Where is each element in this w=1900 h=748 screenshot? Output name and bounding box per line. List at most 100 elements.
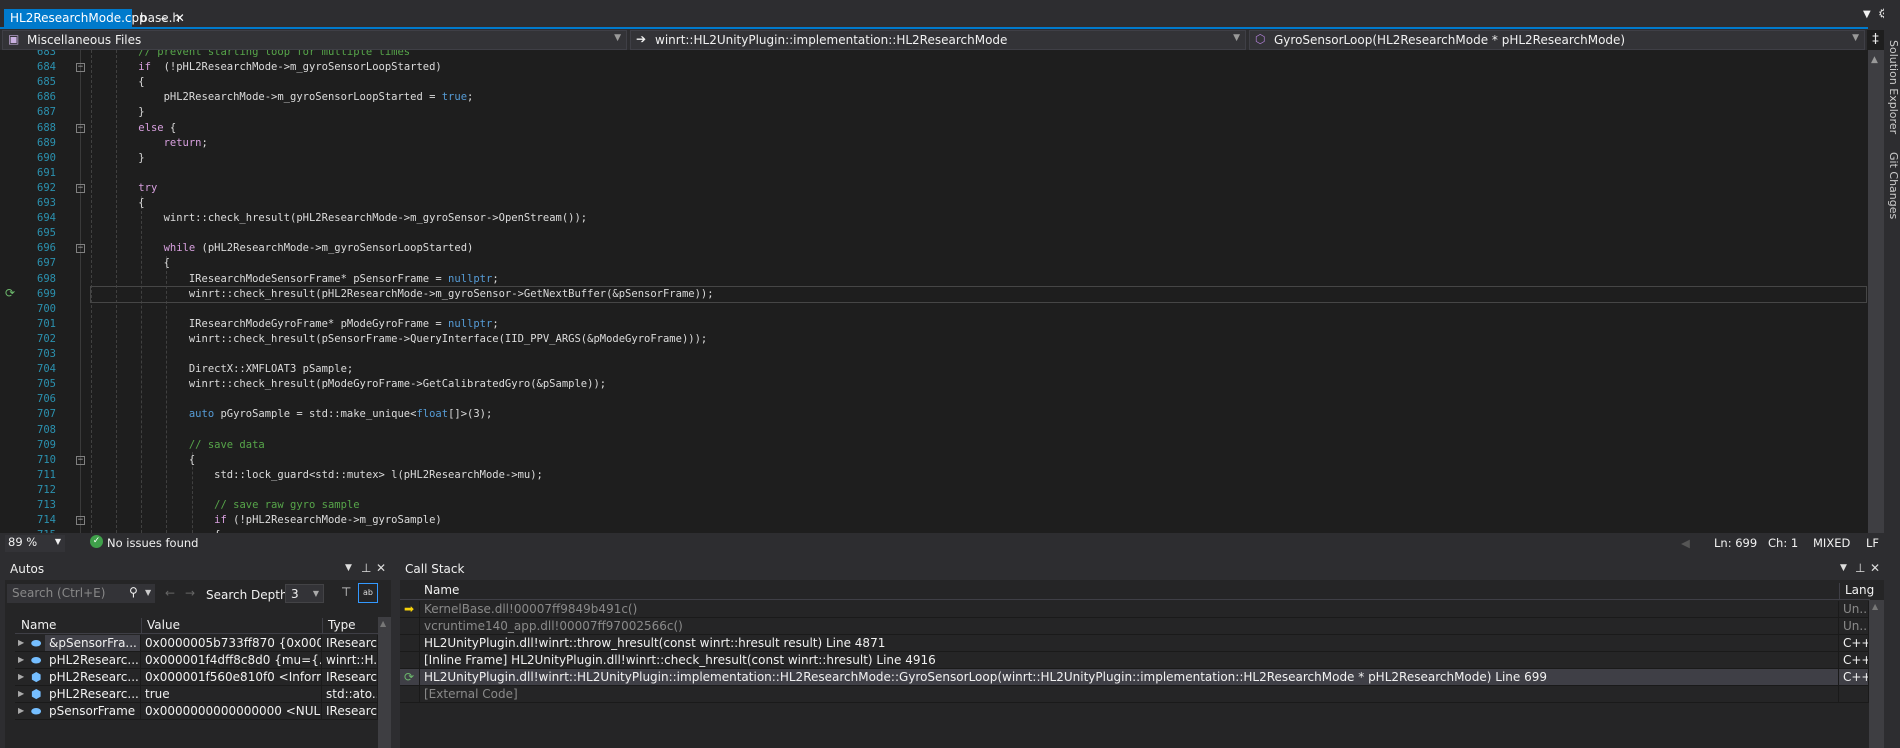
variable-value[interactable]: 0x000001f560e810f0 <Informati... bbox=[145, 670, 321, 684]
code-line[interactable]: 687 } bbox=[0, 105, 1866, 120]
back-arrow-icon[interactable]: ← bbox=[165, 586, 175, 600]
project-dropdown[interactable]: ▣ Miscellaneous Files ▼ bbox=[2, 30, 627, 50]
call-stack-row[interactable]: ➡ KernelBase.dll!00007ff9849b491c() Un... bbox=[400, 601, 1869, 618]
search-depth-dropdown[interactable]: 3 ▼ bbox=[285, 584, 324, 603]
variable-value[interactable]: 0x0000000000000000 <NULL> bbox=[145, 704, 321, 718]
code-editor[interactable]: 683 // prevent starting loop for multipl… bbox=[0, 50, 1868, 533]
scroll-up-icon[interactable]: ▲ bbox=[1872, 602, 1878, 611]
call-stack-row[interactable]: [External Code] bbox=[400, 686, 1869, 703]
code-line[interactable]: 704 DirectX::XMFLOAT3 pSample; bbox=[0, 362, 1866, 377]
code-line[interactable]: 712 bbox=[0, 483, 1866, 498]
code-line[interactable]: 708 bbox=[0, 423, 1866, 438]
chevron-down-icon[interactable]: ▼ bbox=[145, 588, 151, 597]
collapse-icon[interactable]: − bbox=[76, 63, 85, 73]
autos-row[interactable]: ▶ ⬬ &pSensorFra... 0x0000005b733ff870 {0x00… bbox=[15, 635, 378, 652]
autos-row[interactable]: ▶ ⬬ pHL2Researc... 0x000001f4dff8c8d0 {mu={… bbox=[15, 652, 378, 669]
collapse-icon[interactable]: − bbox=[76, 183, 85, 193]
column-header-type[interactable]: Type bbox=[322, 618, 356, 634]
code-line[interactable]: 694 winrt::check_hresult(pHL2ResearchMod… bbox=[0, 211, 1866, 226]
code-line[interactable]: 713 // save raw gyro sample bbox=[0, 498, 1866, 513]
code-line[interactable]: 689 return; bbox=[0, 136, 1866, 151]
call-stack-row[interactable]: HL2UnityPlugin.dll!winrt::throw_hresult(… bbox=[400, 635, 1869, 652]
code-line[interactable]: 695 bbox=[0, 226, 1866, 241]
scroll-up-icon[interactable]: ▲ bbox=[380, 619, 386, 628]
code-line[interactable]: 685 { bbox=[0, 75, 1866, 90]
variable-value[interactable]: 0x000001f4dff8c8d0 {mu={...} ... bbox=[145, 653, 321, 667]
code-line[interactable]: 697 { bbox=[0, 256, 1866, 271]
code-line[interactable]: 711 std::lock_guard<std::mutex> l(pHL2Re… bbox=[0, 468, 1866, 483]
code-line[interactable]: 691 bbox=[0, 166, 1866, 181]
tab-list-dropdown-icon[interactable]: ▼ bbox=[1863, 9, 1871, 20]
column-header-name[interactable]: Name bbox=[424, 583, 459, 597]
zoom-dropdown[interactable]: 89 % ▼ bbox=[5, 535, 65, 552]
code-line[interactable]: 686 pHL2ResearchMode->m_gyroSensorLoopSt… bbox=[0, 90, 1866, 105]
window-menu-icon[interactable]: ▼ bbox=[345, 563, 352, 573]
code-line[interactable]: 703 bbox=[0, 347, 1866, 362]
window-menu-icon[interactable]: ▼ bbox=[1840, 563, 1847, 573]
close-icon[interactable]: ✕ bbox=[1870, 561, 1880, 575]
view-hex-toggle-icon[interactable]: ab bbox=[358, 583, 378, 603]
scroll-left-icon[interactable]: ◀ bbox=[1681, 536, 1690, 550]
tab-base-h[interactable]: base.h bbox=[134, 9, 186, 28]
variable-value[interactable]: true bbox=[145, 687, 170, 701]
autos-row[interactable]: ▶ ⬢ pHL2Researc... true std::ato... bbox=[15, 686, 378, 703]
code-line[interactable]: 690 } bbox=[0, 151, 1866, 166]
split-window-button[interactable]: ‡ bbox=[1867, 30, 1884, 50]
code-line[interactable]: 699 winrt::check_hresult(pHL2ResearchMod… bbox=[0, 285, 1867, 303]
autos-search-input[interactable]: Search (Ctrl+E) ⚲ ▼ bbox=[7, 584, 155, 603]
column-header-lang[interactable]: Lang bbox=[1839, 583, 1874, 600]
column-header-value[interactable]: Value bbox=[141, 618, 180, 634]
call-stack-row[interactable]: [Inline Frame] HL2UnityPlugin.dll!winrt:… bbox=[400, 652, 1869, 669]
call-stack-vertical-scrollbar[interactable]: ▲ bbox=[1869, 600, 1884, 748]
line-ending[interactable]: LF bbox=[1866, 536, 1879, 550]
code-line[interactable]: 709 // save data bbox=[0, 438, 1866, 453]
code-line[interactable]: 707 auto pGyroSample = std::make_unique<… bbox=[0, 407, 1866, 422]
column-header-name[interactable]: Name bbox=[21, 618, 56, 632]
autos-row[interactable]: ▶ ⬢ pHL2Researc... 0x000001f560e810f0 <Info… bbox=[15, 669, 378, 686]
tab-hl2researchmode-cpp[interactable]: HL2ResearchMode.cpp ⊸ ✕ bbox=[4, 9, 185, 28]
code-line[interactable]: 692 − try bbox=[0, 181, 1866, 196]
code-line[interactable]: 700 bbox=[0, 302, 1866, 317]
issues-status[interactable]: No issues found bbox=[107, 536, 198, 550]
collapse-icon[interactable]: − bbox=[76, 123, 85, 133]
expand-icon[interactable]: ▶ bbox=[18, 703, 24, 719]
expand-icon[interactable]: ▶ bbox=[18, 635, 24, 651]
code-line[interactable]: 710 − { bbox=[0, 453, 1866, 468]
search-icon[interactable]: ⚲ bbox=[129, 585, 138, 599]
line-indicator[interactable]: Ln: 699 bbox=[1714, 536, 1757, 550]
scope-dropdown[interactable]: ➔ winrt::HL2UnityPlugin::implementation:… bbox=[630, 30, 1246, 50]
code-line[interactable]: 684 − if (!pHL2ResearchMode->m_gyroSensor… bbox=[0, 60, 1866, 75]
close-icon[interactable]: ✕ bbox=[376, 561, 386, 575]
code-line[interactable]: 701 IResearchModeGyroFrame* pModeGyroFra… bbox=[0, 317, 1866, 332]
call-stack-row[interactable]: vcruntime140_app.dll!00007ff97002566c() U… bbox=[400, 618, 1869, 635]
pin-icon[interactable]: ⊥ bbox=[1855, 561, 1865, 575]
code-line[interactable]: 696 − while (pHL2ResearchMode->m_gyroSens… bbox=[0, 241, 1866, 256]
code-line[interactable]: 706 bbox=[0, 392, 1866, 407]
code-line[interactable]: 698 IResearchModeSensorFrame* pSensorFra… bbox=[0, 272, 1866, 287]
call-stack-row[interactable]: ⟳ HL2UnityPlugin.dll!winrt::HL2UnityPlugi… bbox=[400, 669, 1869, 686]
code-line[interactable]: 693 { bbox=[0, 196, 1866, 211]
code-line[interactable]: 683 // prevent starting loop for multipl… bbox=[0, 50, 1866, 60]
expand-icon[interactable]: ▶ bbox=[18, 669, 24, 685]
solution-explorer-tab[interactable]: Solution Explorer bbox=[1887, 40, 1900, 134]
editor-vertical-scrollbar[interactable]: ▲ bbox=[1868, 50, 1884, 534]
filter-pin-icon[interactable]: ⊤ bbox=[341, 585, 351, 599]
expand-icon[interactable]: ▶ bbox=[18, 686, 24, 702]
git-changes-tab[interactable]: Git Changes bbox=[1887, 152, 1900, 219]
expand-icon[interactable]: ▶ bbox=[18, 652, 24, 668]
whitespace-mode[interactable]: MIXED bbox=[1813, 536, 1850, 550]
scroll-up-icon[interactable]: ▲ bbox=[1871, 55, 1878, 65]
pin-icon[interactable]: ⊥ bbox=[361, 561, 371, 575]
column-indicator[interactable]: Ch: 1 bbox=[1768, 536, 1798, 550]
code-line[interactable]: 705 winrt::check_hresult(pModeGyroFrame-… bbox=[0, 377, 1866, 392]
autos-vertical-scrollbar[interactable]: ▲ bbox=[378, 617, 391, 748]
member-dropdown[interactable]: ⬡ GyroSensorLoop(HL2ResearchMode * pHL2R… bbox=[1249, 30, 1865, 50]
collapse-icon[interactable]: − bbox=[76, 516, 85, 526]
collapse-icon[interactable]: − bbox=[76, 455, 85, 465]
collapse-icon[interactable]: − bbox=[76, 244, 85, 254]
forward-arrow-icon[interactable]: → bbox=[185, 586, 195, 600]
variable-value[interactable]: 0x0000005b733ff870 {0x0000000... bbox=[145, 636, 321, 650]
code-line[interactable]: 688 − else { bbox=[0, 121, 1866, 136]
code-line[interactable]: 714 − if (!pHL2ResearchMode->m_gyroSample… bbox=[0, 513, 1866, 528]
autos-row[interactable]: ▶ ⬬ pSensorFrame 0x0000000000000000 <NULL> I… bbox=[15, 703, 378, 720]
